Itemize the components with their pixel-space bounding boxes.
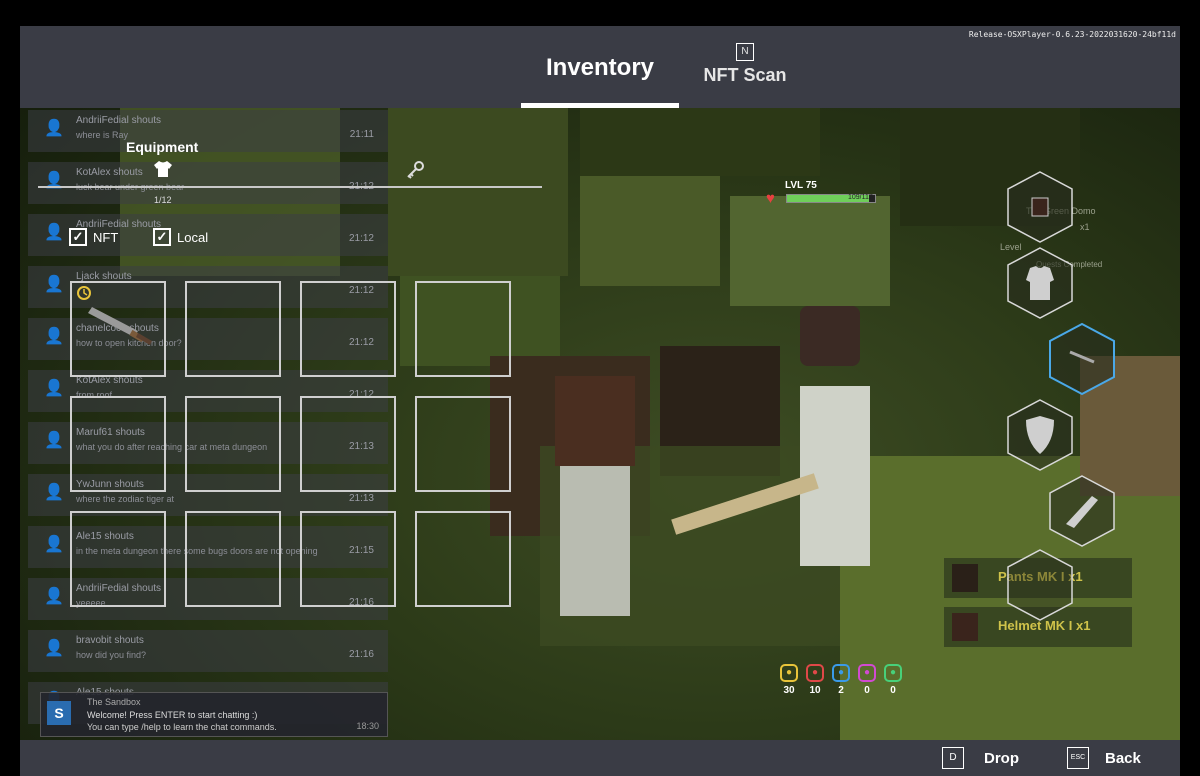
speed-icon: ● — [832, 664, 850, 682]
version-label: Release-OSXPlayer-0.6.23-2022031620-24bf… — [968, 30, 1176, 39]
hex-slot-body[interactable] — [1006, 246, 1074, 320]
system-message-line1: Welcome! Press ENTER to start chatting :… — [87, 710, 258, 720]
chat-text: where is Ray — [76, 130, 129, 140]
inventory-slot[interactable] — [70, 281, 166, 377]
chat-time: 21:12 — [348, 233, 374, 244]
avatar-icon: 👤 — [44, 172, 64, 189]
tab-nft-scan-label: NFT Scan — [703, 65, 787, 85]
nft-checkbox[interactable]: ✓ — [69, 228, 87, 246]
shirt-icon[interactable] — [153, 160, 173, 183]
chat-sender: KotAlex shouts — [76, 167, 143, 178]
inventory-slot[interactable] — [300, 511, 396, 607]
inventory-slot[interactable] — [185, 511, 281, 607]
luck-icon: ● — [884, 664, 902, 682]
chat-text: how did you find? — [76, 650, 147, 660]
magic-icon: ● — [858, 664, 876, 682]
heart-icon: ♥ — [766, 190, 775, 207]
player-level: LVL 75 — [785, 180, 817, 191]
hex-slot-head[interactable] — [1006, 170, 1074, 244]
avatar-icon: 👤 — [44, 328, 64, 345]
avatar-icon: 👤 — [44, 276, 64, 293]
lightning-icon: ● — [780, 664, 798, 682]
equipment-title: Equipment — [126, 139, 199, 155]
avatar-icon: 👤 — [44, 120, 64, 137]
inventory-slot[interactable] — [300, 396, 396, 492]
inventory-slot[interactable] — [415, 511, 511, 607]
stat-item: ● 2 — [831, 664, 851, 696]
sandbox-logo: S — [47, 701, 71, 725]
helmet-thumb — [952, 613, 978, 641]
chat-message: 👤KotAlex shoutsluck bear under green bea… — [28, 162, 388, 204]
chat-sender: AndriiFedial shouts — [76, 115, 162, 126]
stat-item: ● 30 — [779, 664, 799, 696]
system-message-line2: You can type /help to learn the chat com… — [87, 722, 277, 732]
avatar-icon: 👤 — [44, 224, 64, 241]
stat-value: 0 — [864, 685, 870, 696]
stat-value: 30 — [783, 685, 795, 696]
chat-time: 21:16 — [348, 649, 374, 660]
tab-inventory[interactable]: Inventory — [521, 26, 679, 108]
chat-sender: AndriiFedial shouts — [76, 219, 162, 230]
side-item-helmet-qty: x1 — [1076, 618, 1091, 633]
stat-item: ● 0 — [883, 664, 903, 696]
inventory-slot[interactable] — [415, 281, 511, 377]
avatar-icon: 👤 — [44, 432, 64, 449]
local-checkbox[interactable]: ✓ — [153, 228, 171, 246]
stat-value: 0 — [890, 685, 896, 696]
inventory-slot[interactable] — [70, 396, 166, 492]
hex-slot-weapon[interactable] — [1048, 322, 1116, 396]
local-checkbox-label: Local — [177, 230, 209, 245]
chat-text: where the zodiac tiger at — [76, 494, 175, 504]
shield-stat-icon: ● — [806, 664, 824, 682]
hex-slot-legs[interactable] — [1006, 548, 1074, 622]
chat-time: 21:13 — [348, 493, 374, 504]
nft-checkbox-label: NFT — [93, 230, 119, 245]
system-message: S The Sandbox Welcome! Press ENTER to st… — [40, 692, 388, 737]
chat-message: 👤 bravobit shouts how did you find? 21:16 — [28, 630, 388, 672]
drop-key-hint: D — [942, 747, 964, 769]
hex-slot-shield[interactable] — [1006, 398, 1074, 472]
drop-button[interactable]: Drop — [984, 750, 1019, 767]
equipment-divider — [38, 186, 542, 188]
avatar-icon: 👤 — [44, 640, 64, 657]
stat-value: 2 — [838, 685, 844, 696]
stat-item: ● 0 — [857, 664, 877, 696]
tab-nft-scan[interactable]: N NFT Scan — [700, 26, 790, 108]
inventory-slot[interactable] — [300, 281, 396, 377]
equipment-count: 1/12 — [154, 195, 172, 205]
stat-value: 10 — [809, 685, 821, 696]
chat-message: 👤 AndriiFedial shouts where is Ray 21:11 — [28, 110, 388, 152]
quest-count: x1 — [1080, 222, 1090, 232]
avatar-icon: 👤 — [44, 536, 64, 553]
chat-sender: bravobit shouts — [76, 635, 144, 646]
avatar-icon: 👤 — [44, 588, 64, 605]
chat-time: 21:11 — [349, 129, 374, 140]
sword-icon — [77, 286, 152, 345]
avatar-icon: 👤 — [44, 484, 64, 501]
back-key-hint: ESC — [1067, 747, 1089, 769]
hex-slot-hands[interactable] — [1048, 474, 1116, 548]
pants-thumb — [952, 564, 978, 592]
nft-scan-key-hint: N — [736, 43, 754, 61]
health-text: 109/117 — [848, 194, 873, 201]
inventory-slot[interactable] — [185, 281, 281, 377]
key-icon[interactable] — [405, 160, 425, 185]
inventory-slot[interactable] — [185, 396, 281, 492]
inventory-slot[interactable] — [70, 511, 166, 607]
system-message-time: 18:30 — [356, 721, 379, 731]
inventory-slot[interactable] — [415, 396, 511, 492]
stat-item: ● 10 — [805, 664, 825, 696]
back-button[interactable]: Back — [1105, 750, 1141, 767]
avatar-icon: 👤 — [44, 380, 64, 397]
system-message-name: The Sandbox — [87, 697, 141, 707]
